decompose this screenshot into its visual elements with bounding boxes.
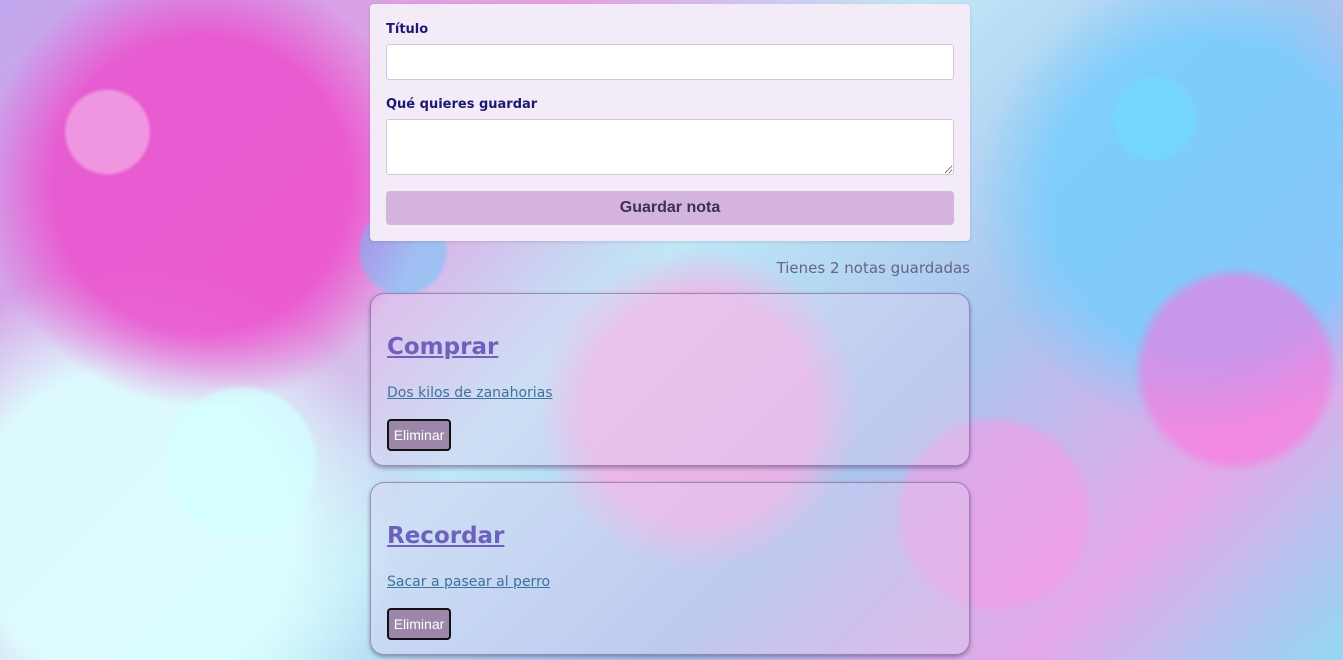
saved-notes-count: Tienes 2 notas guardadas xyxy=(776,259,970,277)
note-title-link[interactable]: Recordar xyxy=(387,523,504,549)
delete-note-button[interactable]: Eliminar xyxy=(387,419,451,451)
save-note-button[interactable]: Guardar nota xyxy=(386,191,954,225)
note-form: Título Qué quieres guardar Guardar nota xyxy=(370,4,970,241)
note-title-link[interactable]: Comprar xyxy=(387,334,498,360)
note-card: Recordar Sacar a pasear al perro Elimina… xyxy=(370,482,970,655)
content-label: Qué quieres guardar xyxy=(386,97,538,112)
note-body-link[interactable]: Sacar a pasear al perro xyxy=(387,574,550,590)
content-textarea[interactable] xyxy=(386,119,954,175)
delete-note-button[interactable]: Eliminar xyxy=(387,608,451,640)
title-label: Título xyxy=(386,22,429,37)
note-body-link[interactable]: Dos kilos de zanahorias xyxy=(387,385,553,401)
title-input[interactable] xyxy=(386,44,954,80)
note-card: Comprar Dos kilos de zanahorias Eliminar xyxy=(370,293,970,466)
